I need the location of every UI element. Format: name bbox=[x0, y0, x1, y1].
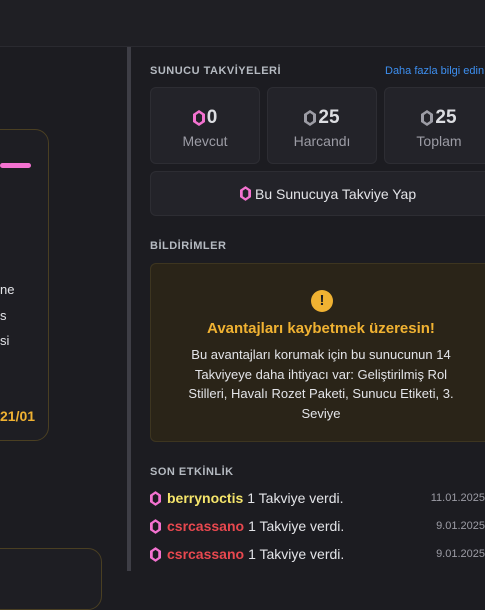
activity-row: csrcassano 1 Takviye verdi. 9.01.2025 bbox=[150, 544, 485, 564]
stat-total-value: 25 bbox=[435, 107, 457, 128]
activity-text: 1 Takviye verdi. bbox=[248, 518, 345, 534]
activity-user-name[interactable]: csrcassano bbox=[167, 546, 244, 562]
activity-text: 1 Takviye verdi. bbox=[247, 490, 344, 506]
scrollbar[interactable] bbox=[127, 47, 131, 571]
activity-date: 9.01.2025 bbox=[436, 520, 485, 532]
notifications-section-title: BİLDİRİMLER bbox=[150, 240, 227, 252]
activity-date: 9.01.2025 bbox=[436, 548, 485, 560]
activity-user-name[interactable]: berrynoctis bbox=[167, 490, 243, 506]
boost-gem-icon bbox=[150, 546, 161, 562]
warning-box: ! Avantajları kaybetmek üzeresin! Bu ava… bbox=[150, 263, 485, 442]
left-card-2 bbox=[0, 548, 102, 610]
activity-user-name[interactable]: csrcassano bbox=[167, 518, 244, 534]
top-bar bbox=[0, 0, 485, 47]
boost-gem-icon bbox=[240, 186, 251, 201]
boost-server-button-label: Bu Sunucuya Takviye Yap bbox=[255, 185, 417, 202]
boost-gem-icon bbox=[304, 110, 317, 126]
stat-available: 0 Mevcut bbox=[150, 87, 260, 164]
left-text-line-2: s bbox=[0, 308, 7, 323]
warning-body: Bu avantajları korumak için bu sunucunun… bbox=[188, 347, 454, 421]
left-text-line-3: si bbox=[0, 333, 10, 348]
stat-total-label: Toplam bbox=[416, 133, 462, 149]
stat-available-value: 0 bbox=[206, 107, 218, 128]
left-text-line-1: ne bbox=[0, 282, 15, 297]
boost-gem-icon bbox=[150, 490, 161, 506]
boost-gem-icon bbox=[150, 518, 161, 534]
stat-total: 25 Toplam bbox=[384, 87, 485, 164]
stat-spent-label: Harcandı bbox=[293, 133, 351, 149]
activity-row: csrcassano 1 Takviye verdi. 9.01.2025 bbox=[150, 516, 485, 536]
learn-more-link[interactable]: Daha fazla bilgi edin bbox=[385, 65, 484, 77]
stat-available-label: Mevcut bbox=[182, 133, 228, 149]
boost-gem-icon bbox=[421, 110, 434, 126]
stat-spent: 25 Harcandı bbox=[267, 87, 377, 164]
activity-row: berrynoctis 1 Takviye verdi. 11.01.2025 bbox=[150, 488, 485, 508]
activity-section-title: SON ETKİNLİK bbox=[150, 466, 234, 478]
left-date: 21/01 bbox=[0, 408, 36, 424]
boosts-section-title: SUNUCU TAKVİYELERİ bbox=[150, 65, 282, 77]
progress-bar bbox=[0, 163, 31, 168]
warning-title: Avantajları kaybetmek üzeresin! bbox=[207, 320, 435, 337]
boost-server-button[interactable]: Bu Sunucuya Takviye Yap bbox=[150, 171, 485, 216]
warning-icon: ! bbox=[311, 290, 333, 312]
boost-gem-icon bbox=[192, 110, 205, 126]
activity-text: 1 Takviye verdi. bbox=[248, 546, 345, 562]
stat-spent-value: 25 bbox=[318, 107, 340, 128]
activity-date: 11.01.2025 bbox=[430, 492, 485, 504]
